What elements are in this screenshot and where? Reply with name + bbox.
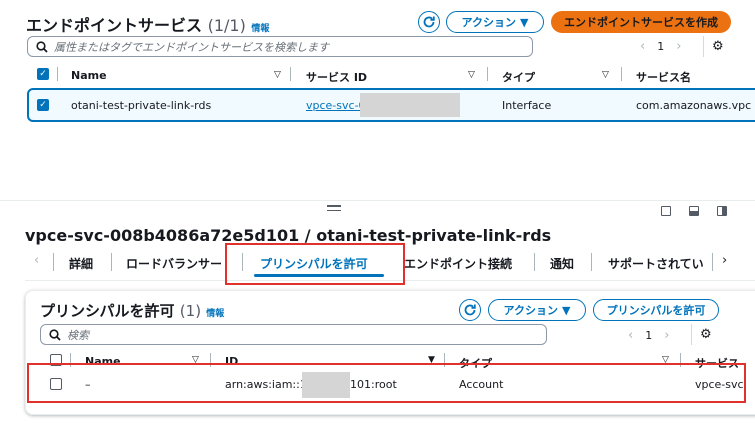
- chevron-right-icon[interactable]: ›: [676, 39, 681, 54]
- actions-dropdown-button[interactable]: アクション ▼: [446, 11, 544, 33]
- page-number[interactable]: 1: [645, 329, 652, 342]
- caret-down-icon: ▼: [519, 15, 529, 29]
- row-name: otani-test-private-link-rds: [71, 99, 212, 112]
- column-header-name[interactable]: Name: [71, 69, 107, 82]
- panel-layout-icon[interactable]: [661, 206, 671, 216]
- allow-principals-button[interactable]: プリンシパルを許可: [593, 299, 719, 321]
- search-input[interactable]: 検索: [40, 324, 547, 345]
- create-label: エンドポイントサービスを作成: [564, 16, 718, 29]
- allow-label: プリンシパルを許可: [606, 304, 706, 317]
- search-icon: [36, 40, 48, 53]
- tab-details[interactable]: 詳細: [69, 255, 93, 272]
- divider: [290, 67, 291, 81]
- info-link[interactable]: 情報: [206, 309, 224, 319]
- select-all-checkbox[interactable]: ✓: [37, 68, 49, 80]
- panel-layout-icon[interactable]: [689, 206, 699, 216]
- divider: [621, 67, 622, 81]
- highlight-box: [225, 243, 405, 285]
- divider: [53, 253, 54, 271]
- actions-label: アクション: [461, 16, 516, 29]
- chevron-left-icon[interactable]: ‹: [34, 253, 39, 268]
- principals-title: プリンシパルを許可 (1) 情報: [40, 300, 224, 321]
- page-title: エンドポイントサービス (1/1) 情報: [26, 12, 269, 36]
- principals-title-text: プリンシパルを許可: [40, 302, 175, 320]
- drag-handle-icon[interactable]: [327, 205, 341, 211]
- page-title-count: (1/1): [207, 16, 246, 35]
- divider: [691, 324, 692, 345]
- create-endpoint-service-button[interactable]: エンドポイントサービスを作成: [551, 11, 731, 33]
- split-divider: [0, 200, 755, 201]
- column-header-service-name[interactable]: サービス名: [636, 69, 691, 85]
- chevron-right-icon[interactable]: ›: [664, 328, 669, 343]
- caret-down-icon: ▼: [561, 303, 571, 317]
- tab-load-balancers[interactable]: ロードバランサー: [126, 255, 224, 272]
- row-checkbox[interactable]: ✓: [37, 99, 49, 111]
- refresh-icon: [423, 16, 435, 28]
- info-link[interactable]: 情報: [251, 24, 269, 34]
- chevron-left-icon[interactable]: ‹: [628, 328, 633, 343]
- divider: [534, 253, 535, 271]
- page-number[interactable]: 1: [657, 40, 664, 53]
- chevron-left-icon[interactable]: ‹: [640, 39, 645, 54]
- divider: [703, 36, 704, 57]
- gear-icon[interactable]: ⚙: [712, 39, 724, 54]
- service-id-link[interactable]: vpce-svc-0: [306, 99, 366, 112]
- pagination: ‹ 1 ›: [628, 328, 669, 343]
- divider: [712, 253, 713, 271]
- refresh-icon: [464, 304, 476, 316]
- row-service-name: com.amazonaws.vpc: [636, 99, 752, 112]
- search-placeholder: 検索: [67, 328, 89, 342]
- sort-icon[interactable]: ▽: [274, 70, 281, 80]
- sort-icon[interactable]: ▽: [468, 70, 475, 80]
- column-header-service-id[interactable]: サービス ID: [306, 69, 367, 85]
- divider: [57, 67, 58, 81]
- tab-endpoint-connections[interactable]: エンドポイント接続: [404, 255, 512, 272]
- divider: [111, 253, 112, 271]
- gear-icon[interactable]: ⚙: [700, 327, 712, 342]
- search-placeholder: 属性またはタグでエンドポイントサービスを検索します: [54, 40, 329, 54]
- highlight-box: [27, 363, 746, 403]
- page-title-text: エンドポイントサービス: [26, 16, 203, 35]
- divider: [487, 67, 488, 81]
- chevron-right-icon[interactable]: ›: [722, 253, 727, 268]
- tab-supported[interactable]: サポートされてい: [608, 255, 706, 272]
- principals-count: (1): [179, 302, 202, 320]
- refresh-button[interactable]: [418, 11, 440, 33]
- sort-icon[interactable]: ▽: [602, 70, 609, 80]
- tab-notifications[interactable]: 通知: [550, 255, 574, 272]
- pagination: ‹ 1 ›: [640, 39, 681, 54]
- panel-layout-icon[interactable]: [717, 206, 727, 216]
- row-type: Interface: [502, 99, 552, 112]
- redacted-area: [360, 93, 460, 117]
- search-icon: [49, 328, 61, 341]
- column-header-type[interactable]: タイプ: [502, 69, 535, 85]
- search-input[interactable]: 属性またはタグでエンドポイントサービスを検索します: [27, 36, 533, 57]
- actions-label: アクション: [503, 304, 558, 317]
- actions-dropdown-button[interactable]: アクション ▼: [488, 299, 586, 321]
- divider: [591, 253, 592, 271]
- refresh-button[interactable]: [459, 299, 481, 321]
